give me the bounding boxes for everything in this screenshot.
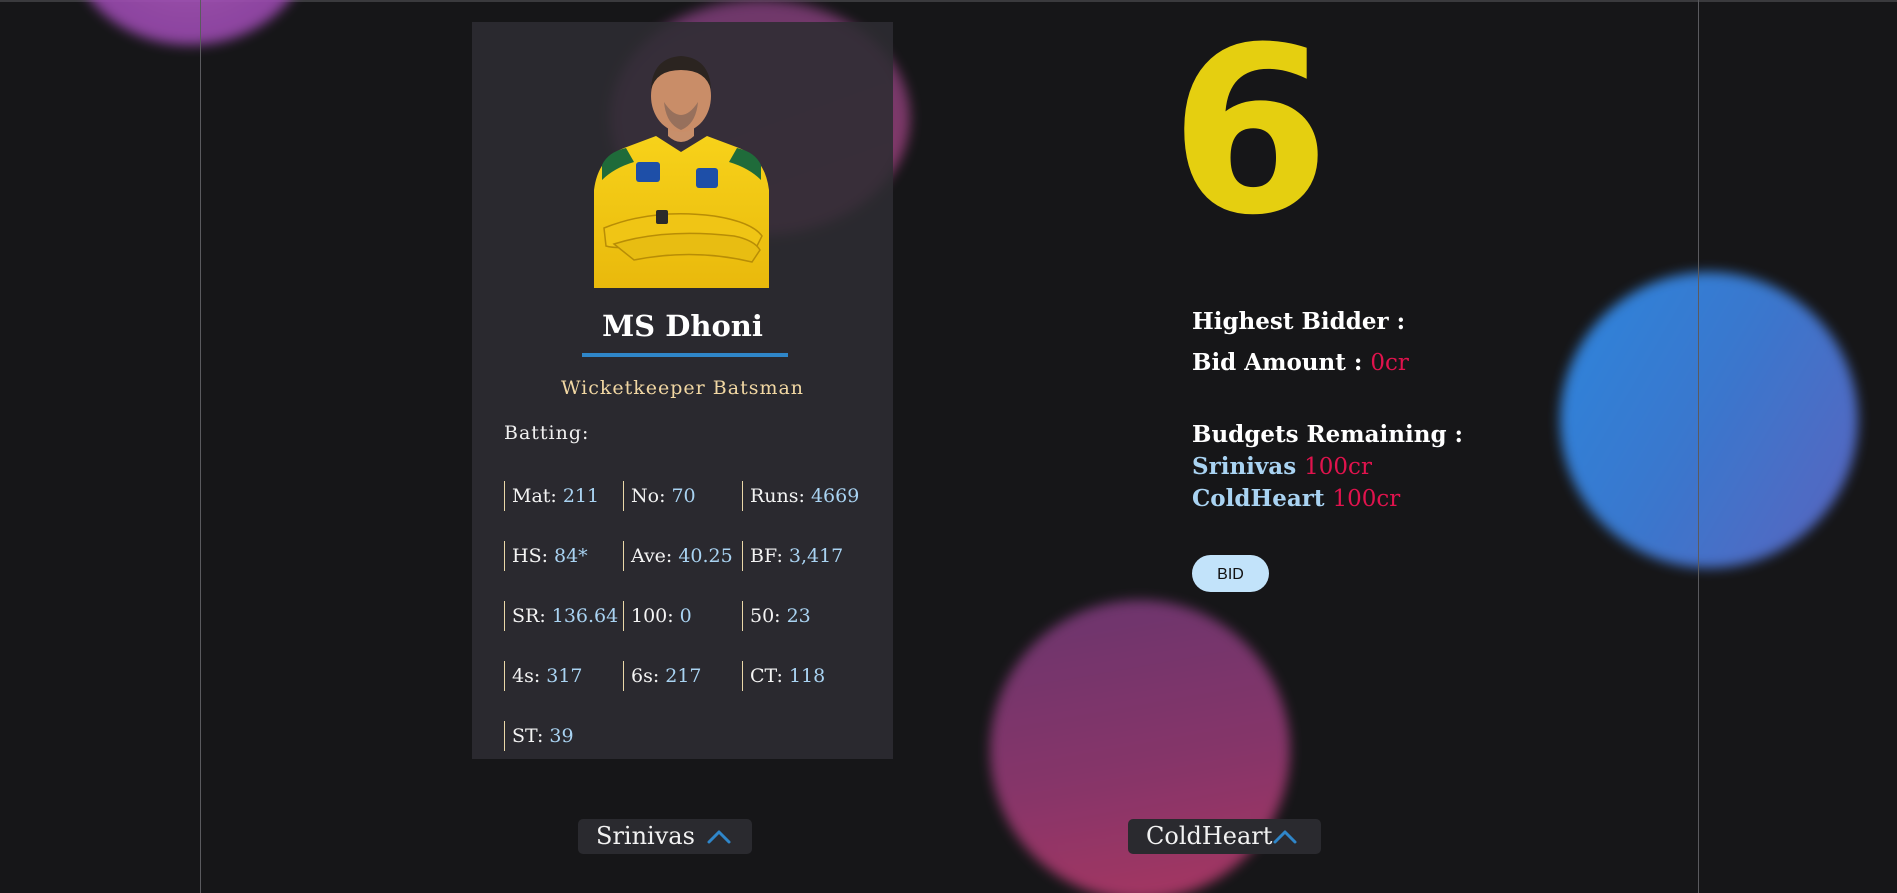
budget-amount: 100cr (1332, 486, 1401, 512)
stat-value: 3,417 (788, 545, 844, 567)
stat-item: HS: 84* (504, 541, 588, 571)
highest-bidder-row: Highest Bidder : (1192, 308, 1405, 335)
budget-row: Srinivas 100cr (1192, 453, 1372, 480)
budget-team: ColdHeart (1192, 485, 1325, 512)
budget-team: Srinivas (1192, 453, 1297, 480)
stat-label: BF: (750, 545, 783, 567)
stat-value: 40.25 (678, 545, 733, 567)
bid-button[interactable]: BID (1192, 555, 1269, 592)
team-tab-srinivas[interactable]: Srinivas (578, 819, 752, 854)
batting-label: Batting: (504, 422, 590, 444)
bid-amount-row: Bid Amount : 0cr (1192, 349, 1409, 376)
stat-value: 211 (562, 485, 600, 507)
stat-value: 0 (679, 605, 692, 627)
stat-value: 84* (554, 545, 588, 567)
container-right-border (1698, 0, 1699, 893)
stat-label: CT: (750, 665, 783, 687)
stat-label: SR: (512, 605, 546, 627)
stat-label: ST: (512, 725, 544, 747)
stat-value: 118 (788, 665, 826, 687)
auction-page: MS Dhoni Wicketkeeper Batsman Batting: M… (0, 0, 1897, 893)
stat-item: 6s: 217 (623, 661, 702, 691)
stat-label: HS: (512, 545, 548, 567)
bid-amount-value: 0cr (1370, 350, 1409, 376)
stat-label: 100: (631, 605, 674, 627)
stat-item: BF: 3,417 (742, 541, 843, 571)
stat-value: 136.64 (551, 605, 619, 627)
stat-label: Runs: (750, 485, 805, 507)
stat-label: No: (631, 485, 666, 507)
stat-item: 100: 0 (623, 601, 692, 631)
chevron-up-icon[interactable] (706, 828, 732, 846)
chevron-up-icon[interactable] (1272, 828, 1298, 846)
decorative-blob-purple (70, 0, 310, 45)
player-card: MS Dhoni Wicketkeeper Batsman Batting: M… (472, 22, 893, 759)
stat-label: Mat: (512, 485, 557, 507)
stat-item: No: 70 (623, 481, 696, 511)
budget-amount: 100cr (1304, 454, 1372, 480)
budgets-heading: Budgets Remaining : (1192, 421, 1464, 448)
stat-item: Runs: 4669 (742, 481, 859, 511)
decorative-blob-blue (1560, 272, 1858, 568)
player-name: MS Dhoni (602, 309, 763, 343)
name-underline (582, 353, 788, 357)
stat-label: 6s: (631, 665, 660, 687)
stat-label: 4s: (512, 665, 541, 687)
stat-item: SR: 136.64 (504, 601, 618, 631)
player-role: Wicketkeeper Batsman (560, 377, 805, 399)
stat-item: ST: 39 (504, 721, 574, 751)
stat-value: 317 (546, 665, 583, 687)
highest-bidder-label: Highest Bidder : (1192, 308, 1406, 335)
team-tab-label: Srinivas (596, 822, 695, 850)
stat-value: 70 (671, 485, 696, 507)
stat-label: Ave: (631, 545, 673, 567)
bid-amount-label: Bid Amount : (1192, 349, 1363, 376)
budget-row: ColdHeart 100cr (1192, 485, 1400, 512)
stat-value: 4669 (810, 485, 860, 507)
stat-item: Ave: 40.25 (623, 541, 733, 571)
team-tab-label: ColdHeart (1146, 822, 1273, 850)
stat-item: 50: 23 (742, 601, 811, 631)
stat-value: 217 (665, 665, 702, 687)
stat-label: 50: (750, 605, 781, 627)
stat-item: Mat: 211 (504, 481, 599, 511)
player-photo (594, 56, 769, 288)
stat-item: CT: 118 (742, 661, 825, 691)
team-tab-coldheart[interactable]: ColdHeart (1128, 819, 1321, 854)
stat-value: 39 (549, 725, 574, 747)
stat-value: 23 (786, 605, 811, 627)
container-left-border (200, 0, 201, 893)
stat-item: 4s: 317 (504, 661, 583, 691)
countdown-timer: 6 (1170, 0, 1331, 266)
